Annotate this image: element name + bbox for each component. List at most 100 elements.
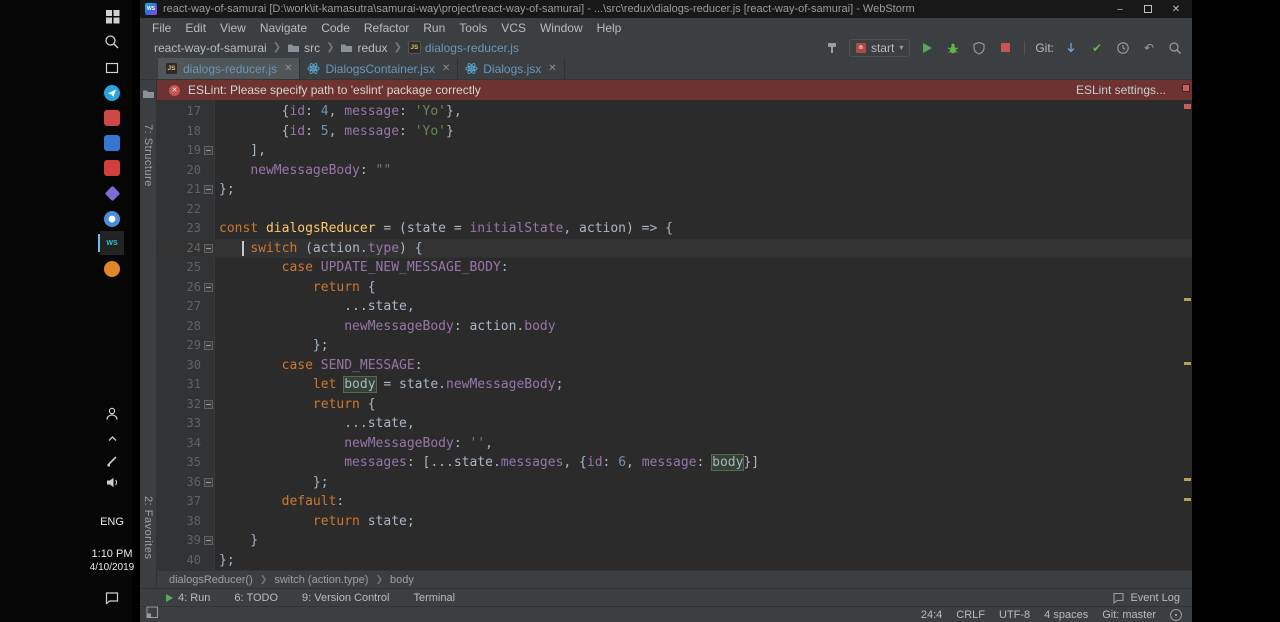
eslint-settings-link[interactable]: ESLint settings... (1076, 83, 1180, 97)
code-line-23[interactable]: 23 const dialogsReducer = (state = initia… (157, 219, 1192, 239)
maximize-button[interactable] (1134, 0, 1162, 18)
code-line-28[interactable]: 28 newMessageBody: action.body (157, 317, 1192, 337)
people-button[interactable] (100, 402, 124, 426)
version-control-tool-button[interactable]: 9: Version Control (302, 592, 389, 604)
code-line-35[interactable]: 35 messages: [...state.messages, {id: 6,… (157, 453, 1192, 473)
minimize-button[interactable]: – (1106, 0, 1134, 18)
code-line-18[interactable]: 18 {id: 5, message: 'Yo'} (157, 122, 1192, 142)
commit-button[interactable]: ✔ (1088, 39, 1106, 57)
search-everywhere-button[interactable] (1166, 39, 1184, 57)
tab-dialogs-jsx[interactable]: Dialogs.jsx ✕ (458, 58, 565, 79)
terminal-tool-button[interactable]: Terminal (413, 592, 455, 604)
run-tool-button[interactable]: 4: Run (166, 592, 210, 604)
close-tab-icon[interactable]: ✕ (442, 63, 450, 74)
favorites-tool-button[interactable]: 2: Favorites (142, 496, 154, 559)
indent-style[interactable]: 4 spaces (1044, 609, 1088, 621)
code-line-30[interactable]: 30 case SEND_MESSAGE: (157, 356, 1192, 376)
pinned-app-red-2[interactable] (100, 156, 124, 180)
project-tool-button[interactable] (142, 87, 155, 105)
code-line-19[interactable]: 19 ], (157, 141, 1192, 161)
windows-ink-button[interactable] (100, 448, 124, 472)
code-line-27[interactable]: 27 ...state, (157, 297, 1192, 317)
caret-position[interactable]: 24:4 (921, 609, 942, 621)
volume-button[interactable] (100, 470, 124, 494)
menu-help[interactable]: Help (590, 21, 629, 35)
file-encoding[interactable]: UTF-8 (999, 609, 1030, 621)
fold-marker-icon[interactable] (204, 536, 213, 545)
structure-tool-button[interactable]: 7: Structure (142, 124, 154, 187)
tool-window-toggle-button[interactable] (146, 606, 159, 622)
fold-marker-icon[interactable] (204, 399, 213, 409)
clock-time[interactable]: 1:10 PM (80, 548, 144, 560)
code-line-26[interactable]: 26 return { (157, 278, 1192, 298)
breadcrumb-file[interactable]: JS dialogs-reducer.js (407, 41, 519, 55)
pinned-app-purple[interactable] (100, 181, 124, 205)
fold-marker-icon[interactable] (204, 185, 213, 194)
code-line-40[interactable]: 40}; (157, 551, 1192, 571)
build-button[interactable] (823, 39, 841, 57)
error-stripe-mark[interactable] (1184, 362, 1191, 365)
code-line-17[interactable]: 17 {id: 4, message: 'Yo'}, (157, 102, 1192, 122)
code-line-22[interactable]: 22 (157, 200, 1192, 220)
action-center-button[interactable] (100, 586, 124, 610)
stop-button[interactable] (996, 39, 1014, 57)
code-line-33[interactable]: 33 ...state, (157, 414, 1192, 434)
pinned-app-blue[interactable] (100, 131, 124, 155)
update-project-button[interactable] (1062, 39, 1080, 57)
close-tab-icon[interactable]: ✕ (548, 63, 556, 74)
breadcrumb-switch[interactable]: switch (action.type) (274, 574, 368, 586)
code-line-31[interactable]: 31 let body = state.newMessageBody; (157, 375, 1192, 395)
clock-date[interactable]: 4/10/2019 (80, 562, 144, 573)
start-button[interactable] (100, 4, 124, 28)
fold-marker-icon[interactable] (204, 477, 213, 487)
pinned-app-orange[interactable] (100, 257, 124, 281)
inspections-indicator-icon[interactable] (1170, 608, 1182, 621)
code-line-25[interactable]: 25 case UPDATE_NEW_MESSAGE_BODY: (157, 258, 1192, 278)
menu-file[interactable]: File (145, 21, 178, 35)
error-stripe-mark[interactable] (1184, 104, 1191, 109)
tab-dialogs-reducer-js[interactable]: JS dialogs-reducer.js ✕ (158, 58, 301, 79)
breadcrumb-redux[interactable]: redux (340, 41, 388, 55)
fold-marker-icon[interactable] (204, 243, 213, 253)
error-stripe-mark[interactable] (1184, 478, 1191, 481)
menu-view[interactable]: View (213, 21, 253, 35)
event-log-button[interactable]: Event Log (1112, 591, 1180, 604)
code-line-29[interactable]: 29 }; (157, 336, 1192, 356)
tab-dialogscontainer-jsx[interactable]: DialogsContainer.jsx ✕ (300, 58, 459, 79)
breadcrumb-src[interactable]: src (287, 41, 320, 55)
menu-tools[interactable]: Tools (452, 21, 494, 35)
taskbar-search-button[interactable] (100, 30, 124, 54)
breadcrumb-project[interactable]: react-way-of-samurai (154, 41, 267, 55)
menu-refactor[interactable]: Refactor (357, 21, 416, 35)
show-hidden-icons-button[interactable] (100, 426, 124, 450)
coverage-button[interactable] (970, 39, 988, 57)
code-line-38[interactable]: 38 return state; (157, 512, 1192, 532)
code-line-21[interactable]: 21}; (157, 180, 1192, 200)
fold-marker-icon[interactable] (204, 146, 213, 155)
language-indicator[interactable]: ENG (80, 516, 144, 528)
pinned-app-red[interactable] (100, 106, 124, 130)
breadcrumb-function[interactable]: dialogsReducer() (169, 574, 253, 586)
pinned-app-telegram[interactable] (100, 81, 124, 105)
error-stripe-mark[interactable] (1184, 298, 1191, 301)
code-line-39[interactable]: 39 } (157, 531, 1192, 551)
code-editor[interactable]: 17 {id: 4, message: 'Yo'}, 18 {id: 5, mes… (157, 100, 1192, 570)
code-line-36[interactable]: 36 }; (157, 473, 1192, 493)
pinned-app-browser[interactable] (100, 207, 124, 231)
todo-tool-button[interactable]: 6: TODO (234, 592, 278, 604)
inspection-status-icon[interactable] (1182, 84, 1190, 92)
menu-vcs[interactable]: VCS (494, 21, 533, 35)
menu-run[interactable]: Run (416, 21, 452, 35)
debug-button[interactable] (944, 39, 962, 57)
error-stripe-mark[interactable] (1184, 498, 1191, 501)
menu-window[interactable]: Window (533, 21, 590, 35)
menu-code[interactable]: Code (314, 21, 357, 35)
breadcrumb-body[interactable]: body (390, 574, 414, 586)
code-line-34[interactable]: 34 newMessageBody: '', (157, 434, 1192, 454)
taskbar-app-webstorm[interactable]: WS (98, 231, 124, 255)
close-tab-icon[interactable]: ✕ (284, 63, 292, 74)
fold-marker-icon[interactable] (204, 341, 213, 350)
git-branch[interactable]: Git: master (1102, 609, 1156, 621)
close-button[interactable]: ✕ (1162, 0, 1190, 18)
fold-marker-icon[interactable] (204, 282, 213, 292)
